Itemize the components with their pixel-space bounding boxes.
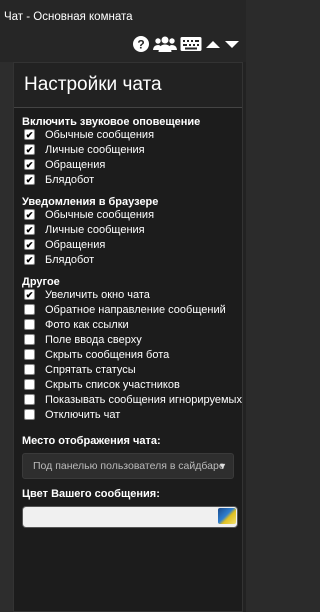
location-label: Место отображения чата: [22,435,161,447]
window-title: Чат - Основная комната [4,11,133,23]
arrow-down-icon[interactable] [224,38,240,50]
option-label: Отключить чат [45,409,121,421]
option-label: Личные сообщения [45,144,145,156]
checkbox-checked-icon[interactable]: ✔ [24,159,35,170]
checkbox-checked-icon[interactable]: ✔ [24,129,35,140]
option-browser-0[interactable]: ✔ Обычные сообщения [22,208,242,223]
option-label: Скрыть список участников [45,379,180,391]
checkbox-icon[interactable] [24,334,35,345]
checkbox-checked-icon[interactable]: ✔ [24,209,35,220]
option-label: Обращения [45,239,106,251]
option-other-5[interactable]: Спрятать статусы [22,363,242,378]
other-section-title: Другое [22,276,60,288]
option-other-7[interactable]: Показывать сообщения игнорируемых [22,393,242,408]
toolbar-icons: ? [132,32,240,56]
other-options: ✔ Увеличить окно чата Обратное направление… [14,288,242,423]
option-sound-2[interactable]: ✔ Обращения [22,158,242,173]
option-browser-3[interactable]: ✔ Блядобот [22,253,242,268]
option-label: Обращения [45,159,106,171]
browser-options: ✔ Обычные сообщения ✔ Личные сообщения ✔ Обра… [14,208,242,268]
checkbox-icon[interactable] [24,364,35,375]
checkbox-icon[interactable] [24,319,35,330]
option-label: Личные сообщения [45,224,145,236]
top-bar: Чат - Основная комната ? [0,0,246,62]
color-label: Цвет Вашего сообщения: [22,488,160,500]
option-label: Показывать сообщения игнорируемых [45,394,242,406]
checkbox-checked-icon[interactable]: ✔ [24,174,35,185]
option-label: Обычные сообщения [45,209,155,221]
checkbox-icon[interactable] [24,349,35,360]
location-select[interactable]: Под панелью пользователя в сайдбаре ▼ [22,453,234,479]
option-other-0[interactable]: ✔ Увеличить окно чата [22,288,242,303]
checkbox-checked-icon[interactable]: ✔ [24,224,35,235]
option-other-8[interactable]: Отключить чат [22,408,242,423]
option-label: Спрятать статусы [45,364,136,376]
checkbox-checked-icon[interactable]: ✔ [24,254,35,265]
option-label: Скрыть сообщения бота [45,349,170,361]
location-select-value: Под панелью пользователя в сайдбаре [33,460,225,472]
sound-section-title: Включить звуковое оповещение [22,116,201,128]
chevron-down-icon: ▼ [218,461,227,471]
checkbox-icon[interactable] [24,409,35,420]
color-swatch-icon[interactable] [218,508,236,524]
message-color-picker[interactable] [22,506,238,528]
option-label: Увеличить окно чата [45,289,150,301]
users-icon[interactable] [153,35,177,53]
checkbox-icon[interactable] [24,379,35,390]
chat-settings-panel: Настройки чата Включить звуковое оповеще… [13,62,243,612]
background-chat-strip [0,62,14,612]
option-other-1[interactable]: Обратное направление сообщений [22,303,242,318]
option-other-6[interactable]: Скрыть список участников [22,378,242,393]
sound-options: ✔ Обычные сообщения ✔ Личные сообщения ✔ Обра… [14,128,242,188]
option-label: Фото как ссылки [45,319,129,331]
checkbox-checked-icon[interactable]: ✔ [24,239,35,250]
svg-text:?: ? [137,38,144,52]
checkbox-icon[interactable] [24,394,35,405]
option-label: Блядобот [45,174,95,186]
panel-title: Настройки чата [24,74,162,95]
option-label: Поле ввода сверху [45,334,142,346]
keyboard-icon[interactable] [180,36,202,52]
option-sound-1[interactable]: ✔ Личные сообщения [22,143,242,158]
option-other-3[interactable]: Поле ввода сверху [22,333,242,348]
option-label: Блядобот [45,254,95,266]
help-icon[interactable]: ? [132,35,150,53]
option-sound-0[interactable]: ✔ Обычные сообщения [22,128,242,143]
arrow-up-icon[interactable] [205,38,221,50]
checkbox-checked-icon[interactable]: ✔ [24,144,35,155]
option-other-4[interactable]: Скрыть сообщения бота [22,348,242,363]
checkbox-checked-icon[interactable]: ✔ [24,289,35,300]
panel-header: Настройки чата [14,63,242,108]
option-browser-1[interactable]: ✔ Личные сообщения [22,223,242,238]
browser-section-title: Уведомления в браузере [22,196,159,208]
option-browser-2[interactable]: ✔ Обращения [22,238,242,253]
option-other-2[interactable]: Фото как ссылки [22,318,242,333]
checkbox-icon[interactable] [24,304,35,315]
option-label: Обычные сообщения [45,129,155,141]
option-sound-3[interactable]: ✔ Блядобот [22,173,242,188]
option-label: Обратное направление сообщений [45,304,226,316]
